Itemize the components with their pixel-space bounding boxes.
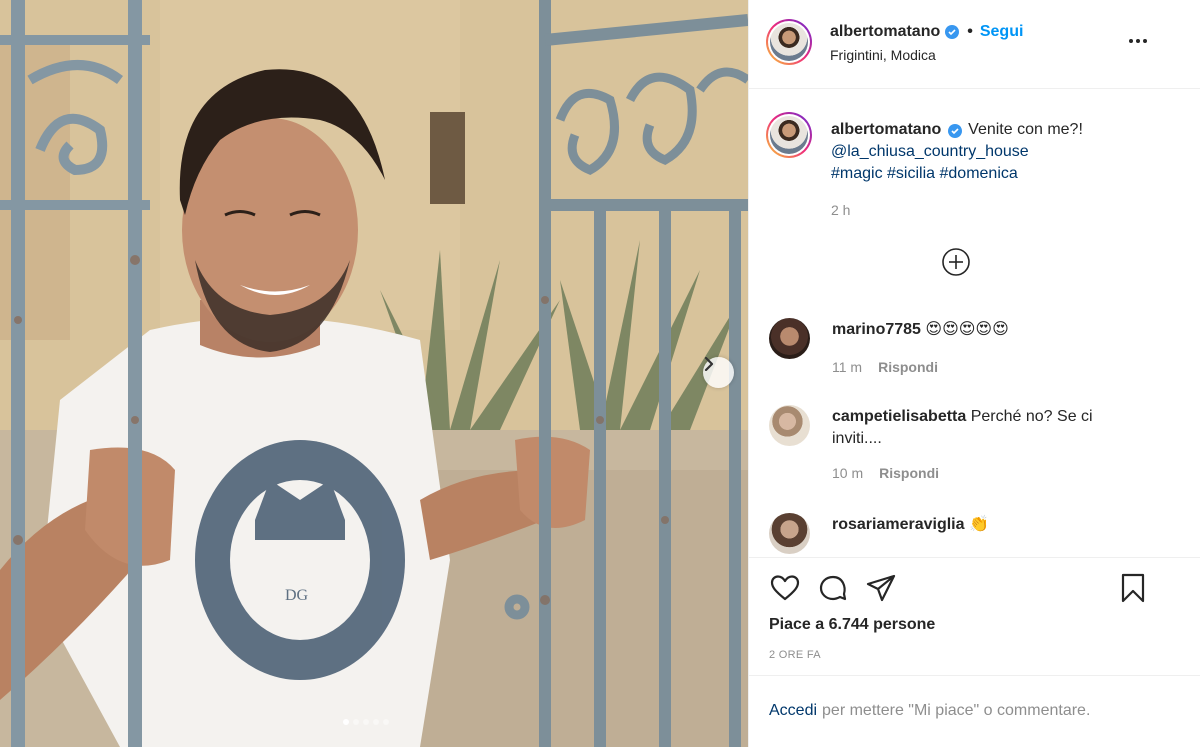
comment-body: rosariameraviglia 👏 [832, 514, 1102, 536]
chevron-right-icon [704, 357, 714, 371]
caption-author-avatar[interactable] [766, 112, 812, 158]
comment-body: campetielisabetta Perché no? Se ci invit… [832, 406, 1102, 450]
caption-time: 2 h [831, 202, 851, 218]
next-slide-button[interactable] [703, 357, 734, 388]
post-caption: albertomatano Venite con me?! @la_chiusa… [831, 119, 1151, 185]
comment-username[interactable]: campetielisabetta [832, 408, 966, 425]
login-link[interactable]: Accedi [769, 702, 817, 720]
comments-section[interactable]: albertomatano Venite con me?! @la_chiusa… [749, 89, 1200, 558]
heart-icon[interactable] [769, 572, 801, 604]
reply-button[interactable]: Rispondi [878, 359, 938, 375]
share-icon[interactable] [865, 572, 897, 604]
caption-text: Venite con me?! [968, 121, 1083, 138]
hashtag-link[interactable]: #sicilia [887, 165, 935, 182]
comment-body: marino7785 😍😍😍😍😍 [832, 319, 1102, 341]
post-photo[interactable]: DG [0, 0, 748, 747]
more-options-icon[interactable] [1127, 30, 1149, 52]
caption-mention[interactable]: @la_chiusa_country_house [831, 143, 1029, 160]
post-time: 2 ORE FA [769, 649, 821, 661]
likes-count[interactable]: Piace a 6.744 persone [769, 616, 935, 634]
comment-meta: 10 m Rispondi [832, 465, 939, 481]
carousel-dot [383, 719, 389, 725]
save-icon[interactable] [1117, 572, 1149, 604]
comment-text: 👏 [968, 516, 989, 533]
carousel-indicator [343, 719, 389, 725]
comment-text: 😍😍😍😍😍 [925, 321, 1009, 338]
avatar-image [770, 23, 808, 61]
carousel-dot [373, 719, 379, 725]
hashtag-link[interactable]: #magic [831, 165, 883, 182]
commenter-avatar[interactable] [769, 405, 810, 446]
author-avatar[interactable] [766, 19, 812, 65]
author-line: albertomatano • Segui [830, 23, 1023, 41]
hashtag-link[interactable]: #domenica [940, 165, 1018, 182]
verified-icon [945, 25, 960, 39]
photo-illustration: DG [0, 0, 748, 747]
carousel-dot [363, 719, 369, 725]
location-link[interactable]: Frigintini, Modica [830, 47, 936, 63]
comment-username[interactable]: rosariameraviglia [832, 516, 965, 533]
post-side-panel: albertomatano • Segui Frigintini, Modica… [748, 0, 1200, 747]
login-prompt-text: per mettere "Mi piace" o commentare. [822, 702, 1091, 719]
commenter-avatar[interactable] [769, 513, 810, 554]
avatar-image [770, 116, 808, 154]
comment-icon[interactable] [817, 572, 849, 604]
post-actions: Piace a 6.744 persone 2 ORE FA [749, 558, 1200, 676]
instagram-post: DG albertomatano • Segui Frigintini, Mod… [0, 0, 1200, 747]
comment-meta: 11 m Rispondi [832, 359, 938, 375]
follow-button[interactable]: Segui [980, 23, 1024, 41]
carousel-dot [353, 719, 359, 725]
login-prompt: Accedi per mettere "Mi piace" o commenta… [749, 676, 1200, 746]
verified-icon [947, 124, 962, 138]
author-username[interactable]: albertomatano [830, 23, 940, 41]
reply-button[interactable]: Rispondi [879, 465, 939, 481]
comment-time: 10 m [832, 465, 864, 481]
carousel-dot [343, 719, 349, 725]
svg-text:DG: DG [285, 587, 309, 604]
post-header: albertomatano • Segui Frigintini, Modica [749, 0, 1200, 89]
separator-dot: • [967, 23, 973, 40]
load-more-icon[interactable] [941, 247, 971, 277]
caption-username[interactable]: albertomatano [831, 121, 941, 138]
commenter-avatar[interactable] [769, 318, 810, 359]
comment-username[interactable]: marino7785 [832, 321, 921, 338]
comment-time: 11 m [832, 359, 863, 375]
